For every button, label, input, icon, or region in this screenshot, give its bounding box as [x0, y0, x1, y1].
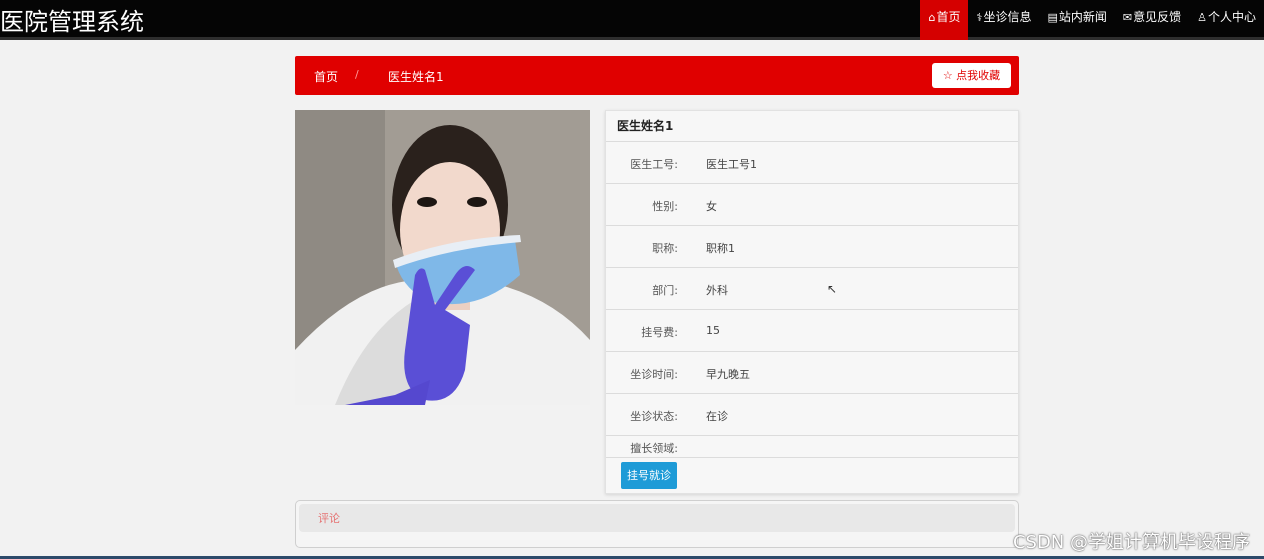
info-row-id: 医生工号: 医生工号1	[606, 142, 1018, 184]
doctor-photo	[295, 110, 590, 405]
field-value: 在诊	[706, 410, 728, 423]
field-value: 外科	[706, 284, 728, 297]
field-value: 早九晚五	[706, 368, 750, 381]
favorite-button[interactable]: ☆ 点我收藏	[932, 63, 1011, 88]
field-value: 15	[706, 324, 720, 337]
main-nav: ⌂首页 ⚕坐诊信息 ▤站内新闻 ✉意见反馈 ♙个人中心	[920, 0, 1264, 40]
doctor-photo-image	[295, 110, 590, 405]
field-label: 医生工号:	[630, 158, 678, 171]
doctor-info-panel: 医生姓名1 医生工号: 医生工号1 性别: 女 职称: 职称1 部门: 外科 挂…	[605, 110, 1019, 494]
info-row-schedule: 坐诊时间: 早九晚五	[606, 352, 1018, 394]
nav-item-label: 个人中心	[1207, 10, 1256, 24]
user-icon: ♙	[1197, 11, 1207, 24]
nav-item-profile[interactable]: ♙个人中心	[1189, 0, 1264, 40]
field-value: 女	[706, 200, 717, 213]
nav-item-home[interactable]: ⌂首页	[920, 0, 969, 40]
info-row-fee: 挂号费: 15	[606, 310, 1018, 352]
nav-item-label: 首页	[936, 10, 961, 24]
watermark: CSDN @学姐计算机毕设程序	[1012, 532, 1250, 553]
home-icon: ⌂	[928, 11, 936, 24]
nav-item-label: 坐诊信息	[983, 10, 1032, 24]
mouse-cursor-icon: ↖	[827, 282, 838, 296]
field-label: 部门:	[652, 284, 678, 297]
field-value: 医生工号1	[706, 158, 757, 171]
doctor-icon: ⚕	[976, 11, 983, 24]
nav-item-label: 意见反馈	[1133, 10, 1182, 24]
info-row-department: 部门: 外科	[606, 268, 1018, 310]
nav-item-news[interactable]: ▤站内新闻	[1039, 0, 1114, 40]
book-appointment-button[interactable]: 挂号就诊	[621, 462, 677, 489]
top-navbar: 医院管理系统 ⌂首页 ⚕坐诊信息 ▤站内新闻 ✉意见反馈 ♙个人中心	[0, 0, 1264, 40]
field-label: 擅长领域:	[630, 442, 678, 455]
info-row-gender: 性别: 女	[606, 184, 1018, 226]
news-icon: ▤	[1047, 11, 1058, 24]
field-label: 挂号费:	[641, 326, 678, 339]
info-row-status: 坐诊状态: 在诊	[606, 394, 1018, 436]
nav-item-feedback[interactable]: ✉意见反馈	[1115, 0, 1189, 40]
breadcrumb: 首页 / 医生姓名1 ☆ 点我收藏	[295, 56, 1019, 95]
comment-header	[299, 504, 1015, 532]
feedback-icon: ✉	[1122, 11, 1133, 24]
nav-item-label: 站内新闻	[1058, 10, 1107, 24]
field-label: 坐诊状态:	[630, 410, 678, 423]
doctor-name-heading: 医生姓名1	[606, 111, 1018, 142]
breadcrumb-separator: /	[355, 68, 359, 81]
comment-section: 评论	[295, 500, 1019, 548]
nav-item-clinic-info[interactable]: ⚕坐诊信息	[968, 0, 1039, 40]
field-label: 职称:	[652, 242, 678, 255]
app-title: 医院管理系统	[0, 8, 144, 36]
field-label: 性别:	[652, 200, 678, 213]
breadcrumb-home-link[interactable]: 首页	[314, 68, 338, 85]
field-label: 坐诊时间:	[630, 368, 678, 381]
info-row-title: 职称: 职称1	[606, 226, 1018, 268]
comment-title: 评论	[318, 512, 340, 525]
field-value: 职称1	[706, 242, 735, 255]
breadcrumb-current: 医生姓名1	[388, 70, 444, 84]
info-row-specialty: 擅长领域:	[606, 436, 1018, 458]
